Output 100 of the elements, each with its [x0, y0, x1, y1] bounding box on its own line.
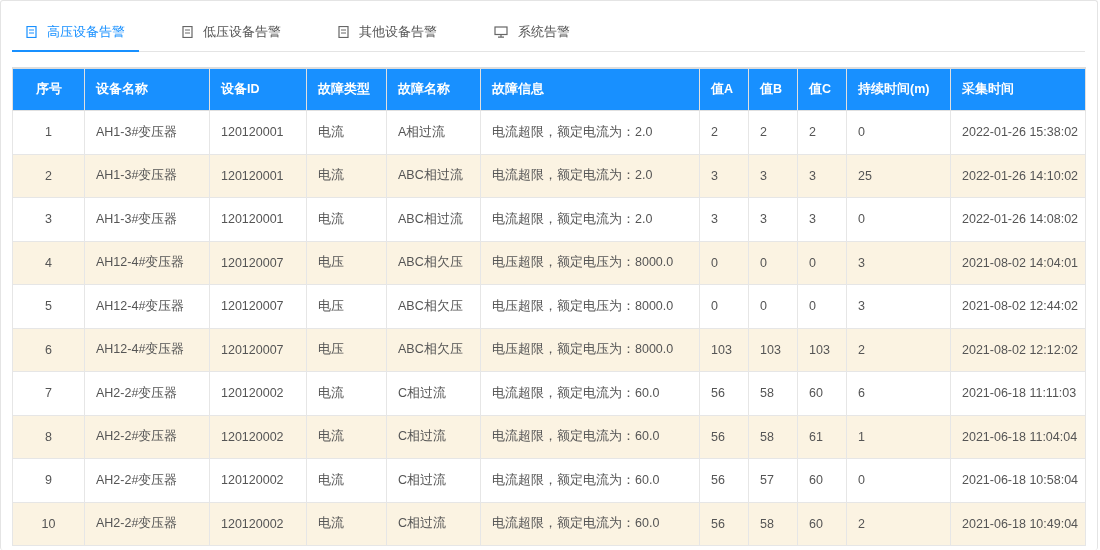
column-header: 设备名称 [84, 69, 210, 111]
table-cell: 120120001 [209, 154, 307, 198]
table-cell: AH1-3#变压器 [84, 197, 210, 241]
table-cell: 2021-08-02 12:12:02 [950, 328, 1086, 372]
table-cell: 7 [12, 371, 85, 415]
table-cell: C相过流 [386, 458, 481, 502]
table-cell: 10 [12, 502, 85, 546]
table-cell: 5 [12, 284, 85, 328]
table-cell: 2021-08-02 14:04:01 [950, 241, 1086, 285]
table-cell: 1 [12, 110, 85, 154]
table-cell: 0 [797, 284, 847, 328]
table-cell: 6 [846, 371, 951, 415]
table-cell: 3 [699, 154, 749, 198]
table-cell: 2 [797, 110, 847, 154]
table-cell: AH12-4#变压器 [84, 241, 210, 285]
table-cell: 2022-01-26 15:38:02 [950, 110, 1086, 154]
table-cell: 2021-06-18 10:58:04 [950, 458, 1086, 502]
table-cell: A相过流 [386, 110, 481, 154]
table-cell: 电流 [306, 154, 387, 198]
table-cell: 57 [748, 458, 798, 502]
table-cell: 电流超限，额定电流为：60.0 [480, 415, 700, 459]
table-cell: 3 [846, 284, 951, 328]
table-cell: 3 [797, 154, 847, 198]
tab[interactable]: 系统告警 [480, 13, 584, 52]
table-cell: 9 [12, 458, 85, 502]
tab[interactable]: 其他设备告警 [324, 13, 451, 52]
table-cell: 0 [846, 458, 951, 502]
document-icon [26, 25, 37, 38]
table-cell: 1 [846, 415, 951, 459]
document-icon [182, 25, 193, 38]
table-cell: 2021-06-18 11:11:03 [950, 371, 1086, 415]
table-cell: 4 [12, 241, 85, 285]
table-cell: 0 [699, 284, 749, 328]
table-cell: 56 [699, 458, 749, 502]
column-header: 故障类型 [306, 69, 387, 111]
table-cell: 60 [797, 371, 847, 415]
table-cell: 61 [797, 415, 847, 459]
table-cell: 电流 [306, 197, 387, 241]
table-cell: 电流超限，额定电流为：60.0 [480, 458, 700, 502]
table-cell: 120120002 [209, 371, 307, 415]
table-cell: 120120007 [209, 241, 307, 285]
column-header: 值C [797, 69, 847, 111]
column-header: 故障名称 [386, 69, 481, 111]
table-cell: 3 [846, 241, 951, 285]
table-cell: C相过流 [386, 502, 481, 546]
table-cell: 电流 [306, 458, 387, 502]
table-cell: 2 [846, 328, 951, 372]
document-icon [338, 25, 349, 38]
table-cell: 3 [12, 197, 85, 241]
table-cell: AH12-4#变压器 [84, 284, 210, 328]
table-cell: 0 [797, 241, 847, 285]
table-cell: 103 [699, 328, 749, 372]
table-cell: 2021-06-18 10:49:04 [950, 502, 1086, 546]
table-cell: 电流超限，额定电流为：2.0 [480, 197, 700, 241]
table-cell: ABC相欠压 [386, 328, 481, 372]
table-cell: 120120002 [209, 458, 307, 502]
table-cell: AH2-2#变压器 [84, 458, 210, 502]
table-cell: 电流超限，额定电流为：60.0 [480, 371, 700, 415]
table-cell: AH1-3#变压器 [84, 110, 210, 154]
table-cell: 0 [748, 284, 798, 328]
table-cell: 103 [797, 328, 847, 372]
column-header: 设备ID [209, 69, 307, 111]
table-cell: 2021-08-02 12:44:02 [950, 284, 1086, 328]
table-cell: 8 [12, 415, 85, 459]
table-cell: 电压 [306, 241, 387, 285]
table-cell: 2 [699, 110, 749, 154]
table-cell: 120120002 [209, 502, 307, 546]
table-cell: 2 [12, 154, 85, 198]
table-cell: ABC相过流 [386, 154, 481, 198]
table-cell: AH1-3#变压器 [84, 154, 210, 198]
table-cell: 电压 [306, 284, 387, 328]
table-cell: 56 [699, 371, 749, 415]
column-header: 采集时间 [950, 69, 1086, 111]
table-cell: 120120001 [209, 197, 307, 241]
table-cell: 电流 [306, 415, 387, 459]
table-cell: 2022-01-26 14:08:02 [950, 197, 1086, 241]
table-cell: 2 [748, 110, 798, 154]
table-cell: 120120001 [209, 110, 307, 154]
tab[interactable]: 低压设备告警 [168, 13, 295, 52]
table-cell: 3 [699, 197, 749, 241]
table-cell: 2021-06-18 11:04:04 [950, 415, 1086, 459]
table-cell: 2022-01-26 14:10:02 [950, 154, 1086, 198]
table-cell: 120120007 [209, 284, 307, 328]
table-cell: 3 [748, 197, 798, 241]
table-cell: 电压超限，额定电压为：8000.0 [480, 241, 700, 285]
table-cell: 0 [846, 197, 951, 241]
table-cell: 25 [846, 154, 951, 198]
column-header: 持续时间(m) [846, 69, 951, 111]
table-cell: 0 [748, 241, 798, 285]
table-cell: 0 [846, 110, 951, 154]
table-cell: 电流 [306, 371, 387, 415]
table-cell: 电流超限，额定电流为：2.0 [480, 154, 700, 198]
column-header: 故障信息 [480, 69, 700, 111]
table-cell: C相过流 [386, 415, 481, 459]
table-cell: 58 [748, 371, 798, 415]
table-cell: 60 [797, 502, 847, 546]
table-cell: ABC相过流 [386, 197, 481, 241]
table-cell: AH2-2#变压器 [84, 371, 210, 415]
table-cell: ABC相欠压 [386, 241, 481, 285]
table-cell: 2 [846, 502, 951, 546]
